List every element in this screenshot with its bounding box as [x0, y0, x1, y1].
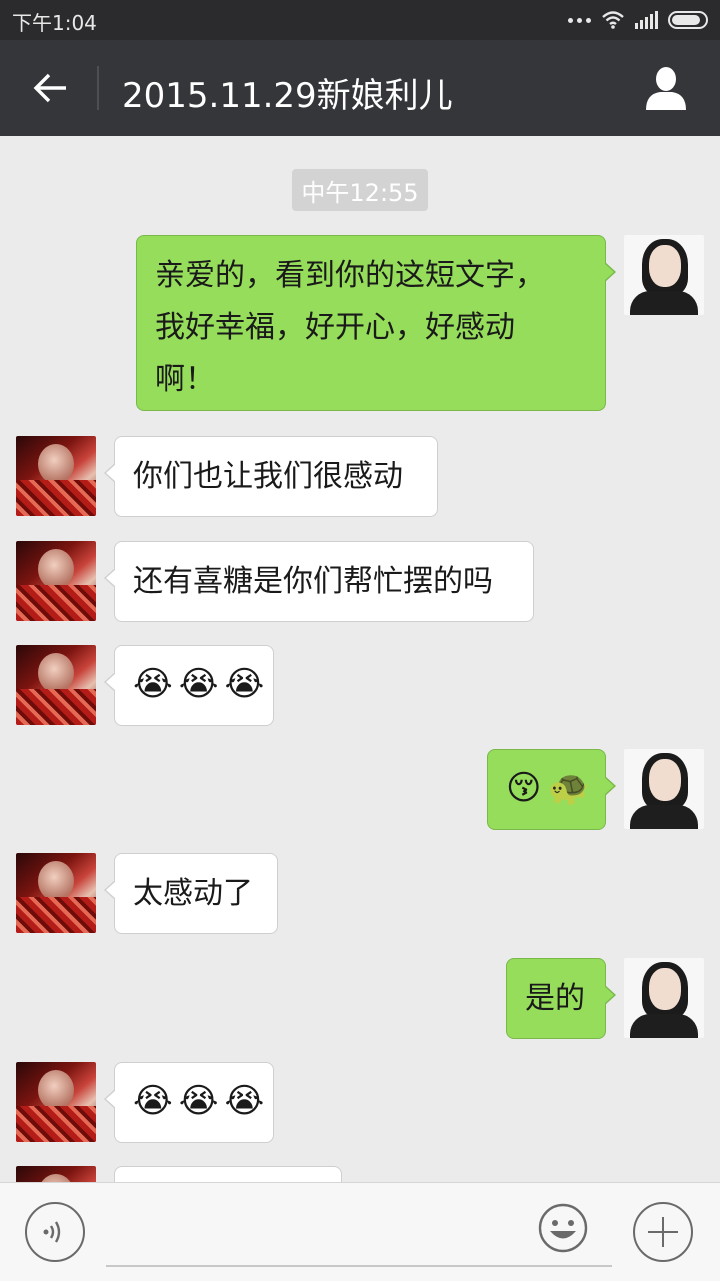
message-line: 我好幸福，好开心，好感动: [155, 310, 515, 345]
voice-icon[interactable]: [40, 1217, 70, 1247]
message-text: 是的: [525, 981, 585, 1016]
my-avatar[interactable]: [624, 235, 704, 315]
plus-button[interactable]: [633, 1202, 693, 1262]
crying-emoji: 😭: [133, 664, 173, 704]
header-divider: [97, 66, 99, 110]
status-time: 下午1:04: [12, 11, 97, 35]
message-bubble-received[interactable]: 😭 😭 😭: [104, 645, 274, 726]
contact-avatar[interactable]: [16, 1062, 96, 1142]
kissing-emoji: 😚: [506, 768, 542, 808]
message-bubble-received[interactable]: 你们也让我们很感动: [104, 436, 438, 517]
input-bar: [0, 1182, 720, 1281]
contact-avatar[interactable]: [16, 645, 96, 725]
emoji-face-icon[interactable]: [537, 1202, 589, 1254]
back-arrow-icon[interactable]: [32, 72, 68, 104]
contact-avatar[interactable]: [16, 436, 96, 516]
contact-avatar[interactable]: [16, 853, 96, 933]
time-separator: 中午12:55: [292, 169, 428, 211]
message-bubble-received[interactable]: 太感动了: [104, 853, 278, 934]
chat-header: 2015.11.29新娘利儿: [0, 40, 720, 136]
message-bubble-sent[interactable]: 是的: [506, 958, 616, 1039]
message-bubble-sent[interactable]: 亲爱的，看到你的这短文字， 我好幸福，好开心，好感动 啊！: [136, 235, 616, 411]
message-line: 啊！: [155, 362, 215, 397]
my-avatar[interactable]: [624, 749, 704, 829]
crying-emoji: 😭: [224, 664, 265, 704]
contact-avatar[interactable]: [16, 1166, 96, 1182]
message-text: 你们也让我们很感动: [133, 459, 403, 494]
status-bar: 下午1:04: [0, 0, 720, 40]
my-avatar[interactable]: [624, 958, 704, 1038]
signal-icon: [635, 11, 658, 29]
wifi-icon: [602, 11, 624, 29]
back-button[interactable]: [26, 64, 74, 112]
message-line: 亲爱的，看到你的这短文字，: [155, 258, 545, 293]
crying-emoji: 😭: [178, 664, 219, 704]
crying-emoji: 😭: [224, 1081, 265, 1121]
message-bubble-received[interactable]: 还有喜糖是你们帮忙摆的吗: [104, 541, 534, 622]
more-dots-icon: [568, 17, 591, 23]
profile-icon[interactable]: [642, 64, 690, 112]
voice-button[interactable]: [25, 1202, 85, 1262]
chat-info-button[interactable]: [642, 64, 690, 112]
contact-avatar[interactable]: [16, 541, 96, 621]
message-text: 还有喜糖是你们帮忙摆的吗: [133, 564, 493, 599]
crying-emoji: 😭: [133, 1081, 173, 1121]
message-bubble-received[interactable]: [114, 1166, 342, 1182]
crying-emoji: 😭: [178, 1081, 219, 1121]
message-bubble-sent[interactable]: 😚 🐢: [487, 749, 616, 830]
chat-title: 2015.11.29新娘利儿: [122, 76, 453, 116]
battery-icon: [668, 11, 708, 29]
turtle-emoji: 🐢: [547, 768, 590, 808]
message-text: 太感动了: [133, 876, 253, 911]
message-bubble-received[interactable]: 😭 😭 😭: [104, 1062, 274, 1143]
emoji-button[interactable]: [537, 1202, 589, 1254]
message-list[interactable]: 中午12:55 亲爱的，看到你的这短文字， 我好幸福，好开心，好感动 啊！ 你们…: [0, 136, 720, 1182]
